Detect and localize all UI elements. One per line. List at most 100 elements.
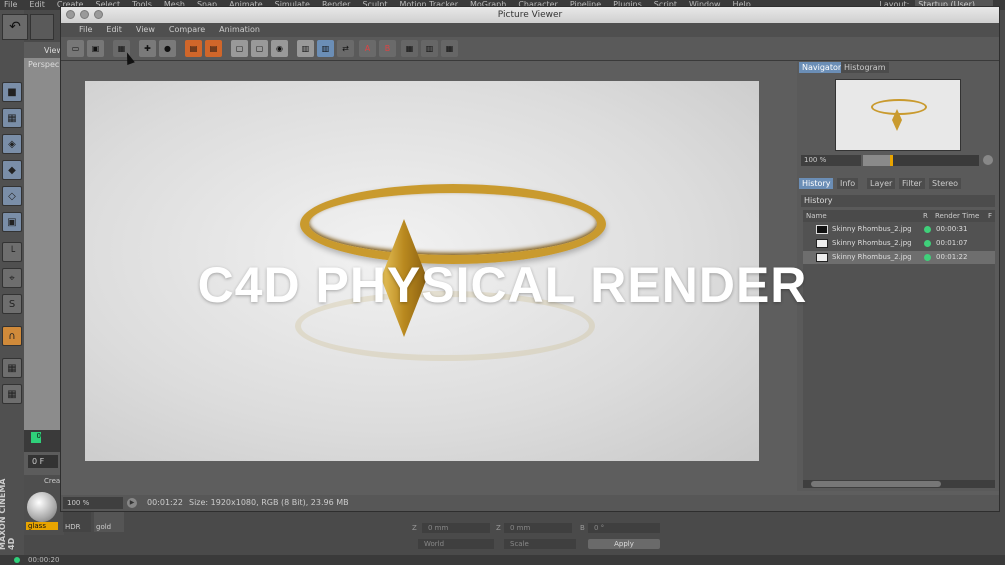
cube-icon[interactable]: ■ [2, 82, 22, 102]
layers-icon[interactable]: ▤ [185, 40, 202, 57]
ab-compare-icon[interactable]: ▥ [297, 40, 314, 57]
layers-alt-icon[interactable]: ▤ [205, 40, 222, 57]
material-swatch-gold[interactable]: gold [94, 512, 124, 532]
set-b-icon[interactable]: B [379, 40, 396, 57]
pv-menu-view[interactable]: View [136, 23, 155, 37]
rotation-label-b: B [580, 524, 585, 532]
rotation-field-b[interactable]: 0 ° [588, 523, 660, 533]
tab-layer[interactable]: Layer [867, 178, 896, 189]
row-thumbnail [816, 239, 828, 248]
lock-icon[interactable]: ▦ [2, 358, 22, 378]
pv-menu-edit[interactable]: Edit [106, 23, 122, 37]
render-region-icon[interactable]: ▢ [231, 40, 248, 57]
checker-icon[interactable]: ▦ [2, 108, 22, 128]
material-name[interactable]: glass [26, 522, 58, 530]
row-filename: Skinny Rhombus_2.jpg [832, 239, 912, 247]
polygon-icon[interactable]: ◆ [2, 160, 22, 180]
crop-icon[interactable]: ✚ [139, 40, 156, 57]
coord-field-z[interactable]: 0 mm [422, 523, 490, 533]
material-panel-label: Crea [44, 477, 61, 485]
pv-menu-animation[interactable]: Animation [219, 23, 260, 37]
viewport-camera-label: Perspec [28, 60, 60, 69]
row-render-time: 00:01:07 [936, 239, 968, 247]
snapshot-icon[interactable]: ● [159, 40, 176, 57]
render-view-icon[interactable]: ◉ [271, 40, 288, 57]
open-icon[interactable]: ▭ [67, 40, 84, 57]
overlay-title: C4D PHYSICAL RENDER [197, 257, 808, 313]
tab-filter[interactable]: Filter [899, 178, 925, 189]
history-row[interactable]: Skinny Rhombus_2.jpg 00:00:31 [803, 223, 995, 236]
maximize-window-icon[interactable] [94, 10, 103, 19]
pv-menu-file[interactable]: File [79, 23, 92, 37]
zoom-slider-fill [863, 155, 891, 166]
col-r[interactable]: R [923, 210, 928, 222]
texture-icon[interactable]: ◈ [2, 134, 22, 154]
thumbnail-ring [871, 99, 927, 115]
status-dot-icon [924, 226, 931, 233]
coord-label-z: Z [412, 524, 417, 532]
set-a-icon[interactable]: A [359, 40, 376, 57]
navigator-zoom-field[interactable]: 100 % [801, 155, 861, 166]
coordinate-mode-select[interactable]: World [418, 539, 494, 549]
image-info: Size: 1920x1080, RGB (8 Bit), 23.96 MB [189, 498, 349, 507]
channel-icon[interactable]: ▦ [441, 40, 458, 57]
ab-swap-icon[interactable]: ⇄ [337, 40, 354, 57]
brand-logo: MAXON CINEMA 4D [0, 478, 16, 550]
col-f[interactable]: F [988, 210, 992, 222]
save-icon[interactable]: ▣ [87, 40, 104, 57]
apply-button[interactable]: Apply [588, 539, 660, 549]
tab-navigator[interactable]: Navigator [799, 62, 845, 73]
pv-menu-compare[interactable]: Compare [169, 23, 205, 37]
material-swatch-hdr[interactable]: HDR [63, 512, 91, 532]
col-render-time[interactable]: Render Time [935, 210, 979, 222]
status-dot-icon [924, 240, 931, 247]
gold-ring [300, 184, 606, 264]
picture-viewer-statusbar: 00:01:22 Size: 1920x1080, RGB (8 Bit), 2… [61, 495, 999, 511]
material-swatch-glass[interactable] [27, 492, 57, 522]
row-thumbnail [816, 225, 828, 234]
split-icon[interactable]: ▥ [421, 40, 438, 57]
zoom-dropdown[interactable]: 100 % [63, 497, 123, 509]
tab-histogram[interactable]: Histogram [841, 62, 889, 73]
menu-edit[interactable]: Edit [29, 0, 45, 10]
workplane-icon[interactable]: ▦ [2, 384, 22, 404]
status-time: 00:00:20 [28, 556, 60, 564]
tab-stereo[interactable]: Stereo [929, 178, 962, 189]
tab-history[interactable]: History [799, 178, 834, 189]
window-title: Picture Viewer [497, 10, 563, 20]
timeline-playhead[interactable]: 0 [31, 432, 41, 443]
viewport[interactable] [24, 58, 64, 430]
size-label-z: Z [496, 524, 501, 532]
navigator-options-icon[interactable] [983, 155, 993, 165]
history-columns: Name R Render Time F [803, 210, 995, 222]
edge-icon[interactable]: ◇ [2, 186, 22, 206]
col-name[interactable]: Name [806, 210, 827, 222]
menu-file[interactable]: File [4, 0, 17, 10]
size-field-z[interactable]: 0 mm [504, 523, 572, 533]
swap-icon[interactable]: ▥ [317, 40, 334, 57]
current-frame-field[interactable]: 0 F [28, 455, 58, 468]
window-titlebar[interactable]: Picture Viewer [61, 7, 999, 23]
close-window-icon[interactable] [66, 10, 75, 19]
timeline[interactable] [24, 430, 64, 452]
stereo-icon[interactable]: ▦ [401, 40, 418, 57]
play-icon[interactable]: ▶ [127, 498, 137, 508]
transform-mode-select[interactable]: Scale [504, 539, 576, 549]
minimize-window-icon[interactable] [80, 10, 89, 19]
status-indicator [14, 557, 20, 563]
zoom-slider-handle[interactable] [890, 155, 893, 166]
tab-info[interactable]: Info [837, 178, 859, 189]
history-header: History [801, 195, 995, 207]
magnet-icon[interactable]: ∩ [2, 326, 22, 346]
undo-icon[interactable]: ↶ [2, 14, 28, 40]
scrollbar-thumb[interactable] [811, 481, 941, 487]
redo-icon[interactable] [30, 14, 54, 40]
render-region-alt-icon[interactable]: ▢ [251, 40, 268, 57]
render-time: 00:01:22 [147, 498, 183, 507]
history-row[interactable]: Skinny Rhombus_2.jpg 00:01:07 [803, 237, 995, 250]
row-render-time: 00:00:31 [936, 225, 968, 233]
row-filename: Skinny Rhombus_2.jpg [832, 225, 912, 233]
status-bar: 00:00:20 [0, 555, 1005, 565]
picture-viewer-menubar: File Edit View Compare Animation [61, 23, 999, 37]
point-icon[interactable]: ▣ [2, 212, 22, 232]
